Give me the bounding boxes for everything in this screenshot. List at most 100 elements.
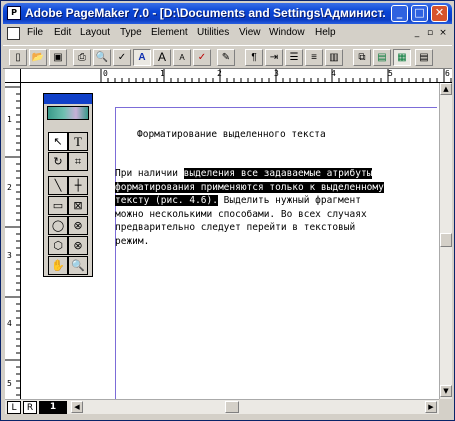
text-line[interactable]: При наличии выделения все задаваемые атр… — [115, 167, 431, 181]
pagemaker-app-icon[interactable]: P — [7, 6, 21, 20]
doc-close-button[interactable]: × — [437, 28, 449, 39]
rectangle-frame-tool-icon[interactable]: ⊠ — [68, 196, 88, 215]
paragraph-icon[interactable]: ¶ — [245, 49, 263, 66]
crop-tool-icon[interactable]: ⌗ — [68, 152, 88, 171]
new-document-icon[interactable]: ▯ — [9, 49, 27, 66]
horizontal-scrollbar[interactable]: L R 1 ◀ ▶ — [5, 399, 439, 414]
text-line[interactable]: можно несколькими способами. Во всех слу… — [115, 208, 431, 222]
spelling-icon[interactable]: ✓ — [193, 49, 211, 66]
doc-minimize-button[interactable]: _ — [411, 28, 423, 39]
horizontal-scroll-thumb[interactable] — [225, 401, 239, 413]
menu-utilities[interactable]: Utilities — [197, 27, 229, 38]
toolbox-title-bar[interactable] — [44, 94, 92, 104]
margin-guides — [115, 107, 437, 399]
menu-type[interactable]: Type — [120, 27, 142, 38]
menu-help[interactable]: Help — [315, 27, 336, 38]
right-master-page-tab[interactable]: R — [23, 401, 37, 414]
text-tool-icon[interactable]: T — [68, 132, 88, 151]
text-line[interactable]: режим. — [115, 235, 431, 249]
ruler-h-label: 1 — [160, 69, 165, 78]
standard-toolbar: ▯ 📂 ▣ ⎙ 🔍 ✓ A A A ✓ ✎ ¶ ⇥ ☰ ≡ ▥ ⧉ ▤ ▦ ▤ — [3, 45, 452, 69]
ellipse-frame-tool-icon[interactable]: ⊗ — [68, 216, 88, 235]
text-line[interactable]: тексту (рис. 4.6). Выделить нужный фрагм… — [115, 194, 431, 208]
menu-window[interactable]: Window — [269, 27, 305, 38]
indent-icon[interactable]: ⇥ — [265, 49, 283, 66]
selected-text[interactable]: форматирования применяются только к выде… — [115, 181, 384, 193]
title-bar[interactable]: P Adobe PageMaker 7.0 - [D:\Documents an… — [3, 3, 452, 24]
menu-layout[interactable]: Layout — [80, 27, 110, 38]
bullets-icon[interactable]: ☰ — [285, 49, 303, 66]
toolbox-preview-image — [47, 106, 89, 120]
vertical-scrollbar[interactable]: ▲ ▼ — [439, 83, 452, 399]
left-master-page-tab[interactable]: L — [7, 401, 21, 414]
text-run: можно несколькими способами. Во всех слу… — [115, 208, 367, 220]
save-icon[interactable]: ▣ — [49, 49, 67, 66]
scroll-down-icon[interactable]: ▼ — [440, 385, 452, 397]
text-run: При наличии — [115, 168, 184, 179]
scroll-up-icon[interactable]: ▲ — [440, 83, 452, 95]
page-1-tab[interactable]: 1 — [39, 401, 67, 414]
open-folder-icon[interactable]: 📂 — [29, 49, 47, 66]
polygon-tool-icon[interactable]: ⬡ — [48, 236, 68, 255]
ruler-h-label: 6 — [445, 69, 450, 78]
maximize-button[interactable]: □ — [411, 5, 428, 22]
ruler-v-label: 1 — [7, 115, 12, 124]
selected-text[interactable]: выделения все задаваемые атрибуты — [183, 168, 373, 179]
text-block[interactable]: При наличии выделения все задаваемые атр… — [115, 167, 431, 248]
constrained-line-tool-icon[interactable]: ┼ — [68, 176, 88, 195]
doc-restore-button[interactable]: ▫ — [424, 28, 436, 39]
document-icon[interactable] — [7, 27, 20, 40]
text-run: режим. — [115, 235, 150, 247]
find-icon[interactable]: 🔍 — [93, 49, 111, 66]
columns-icon[interactable]: ▥ — [325, 49, 343, 66]
polygon-frame-tool-icon[interactable]: ⊗ — [68, 236, 88, 255]
text-line[interactable]: предварительно следует перейти в текстов… — [115, 221, 431, 235]
ruler-v-label: 5 — [7, 379, 12, 388]
scroll-left-icon[interactable]: ◀ — [71, 401, 83, 413]
picture-edit-icon[interactable]: ✎ — [217, 49, 235, 66]
ruler-v-label: 4 — [7, 319, 12, 328]
menu-view[interactable]: View — [239, 27, 261, 38]
hand-tool-icon[interactable]: ✋ — [48, 256, 68, 275]
menu-bar: File Edit Layout Type Element Utilities … — [3, 25, 452, 43]
menu-file[interactable]: File — [27, 27, 43, 38]
pagemaker-window: P Adobe PageMaker 7.0 - [D:\Documents an… — [0, 0, 455, 421]
document-heading[interactable]: Форматирование выделенного текста — [137, 129, 326, 140]
vertical-ruler-ticks — [5, 86, 20, 396]
ruler-h-label: 0 — [103, 69, 108, 78]
status-bar — [3, 414, 452, 420]
ruler-origin[interactable] — [5, 69, 21, 83]
pointer-tool-icon[interactable]: ↖ — [48, 132, 68, 151]
copy-icon[interactable]: ⧉ — [353, 49, 371, 66]
ruler-h-label: 5 — [388, 69, 393, 78]
ellipse-tool-icon[interactable]: ◯ — [48, 216, 68, 235]
print-icon[interactable]: ⎙ — [73, 49, 91, 66]
text-format-icon[interactable]: A — [133, 49, 151, 66]
align-icon[interactable]: ≡ — [305, 49, 323, 66]
ruler-h-label: 4 — [331, 69, 336, 78]
close-button[interactable]: ✕ — [431, 5, 448, 22]
rectangle-tool-icon[interactable]: ▭ — [48, 196, 68, 215]
more-icon[interactable]: ▤ — [415, 49, 433, 66]
vertical-scroll-thumb[interactable] — [440, 233, 452, 247]
ruler-v-label: 2 — [7, 183, 12, 192]
font-shrink-icon[interactable]: A — [173, 49, 191, 66]
minimize-button[interactable]: _ — [391, 5, 408, 22]
rotate-tool-icon[interactable]: ↻ — [48, 152, 68, 171]
menu-element[interactable]: Element — [151, 27, 188, 38]
line-tool-icon[interactable]: ╲ — [48, 176, 68, 195]
horizontal-ruler[interactable]: 0 1 2 3 4 5 6 — [21, 69, 452, 83]
zoom-tool-icon[interactable]: 🔍 — [68, 256, 88, 275]
menu-edit[interactable]: Edit — [54, 27, 71, 38]
text-run: Выделить нужный фрагмент — [217, 195, 361, 206]
ruler-v-label: 3 — [7, 251, 12, 260]
text-run: предварительно следует перейти в текстов… — [115, 222, 356, 233]
font-grow-icon[interactable]: A — [153, 49, 171, 66]
layout-icon[interactable]: ▦ — [393, 49, 411, 66]
text-line[interactable]: форматирования применяются только к выде… — [115, 181, 431, 195]
scroll-right-icon[interactable]: ▶ — [425, 401, 437, 413]
vertical-ruler[interactable]: 1 2 3 4 5 — [5, 83, 21, 399]
spell-check-icon[interactable]: ✓ — [113, 49, 131, 66]
frame-icon[interactable]: ▤ — [373, 49, 391, 66]
selected-text[interactable]: тексту (рис. 4.6). — [115, 195, 218, 206]
